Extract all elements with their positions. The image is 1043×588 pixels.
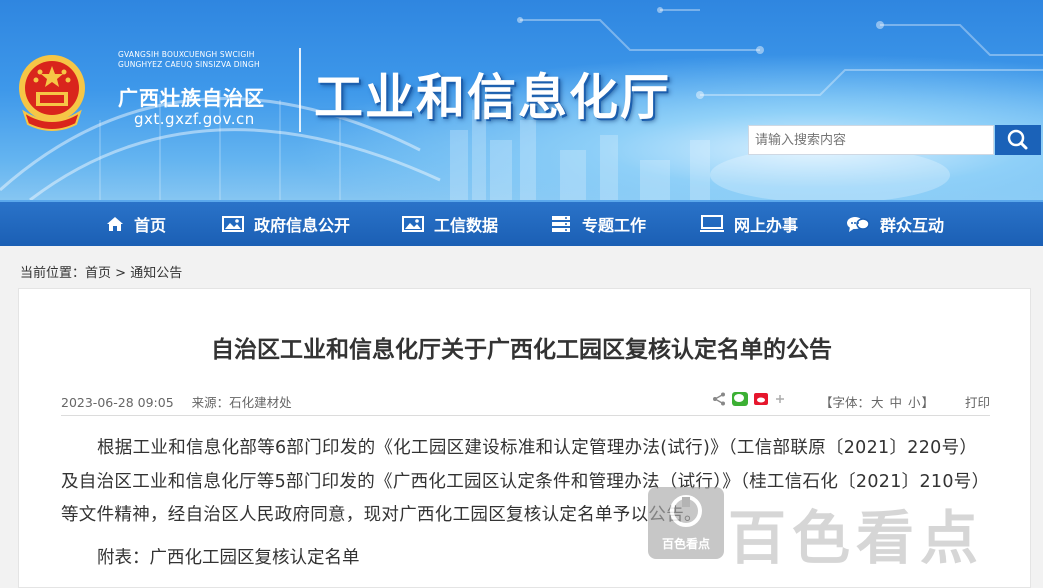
site-domain: gxt.gxzf.gov.cn — [134, 110, 255, 128]
font-small-button[interactable]: 小 — [908, 395, 921, 410]
font-label-open: 【字体： — [820, 395, 871, 410]
nav-item-special[interactable]: 专题工作 — [550, 202, 646, 246]
search-input[interactable] — [748, 125, 994, 155]
search-button[interactable] — [995, 125, 1041, 155]
nav-label: 专题工作 — [582, 216, 647, 235]
article-attachment: 附表：广西化工园区复核认定名单 — [97, 548, 360, 568]
font-large-button[interactable]: 大 — [871, 395, 884, 410]
weibo-icon[interactable] — [754, 392, 768, 406]
image-icon — [222, 216, 244, 232]
server-icon — [552, 216, 570, 232]
region-name: 广西壮族自治区 — [118, 86, 265, 110]
font-size-control: 【字体：大 中 小】 — [820, 392, 934, 411]
article-date: 2023-06-28 09:05 — [61, 395, 174, 410]
header-divider — [299, 48, 301, 132]
nav-item-home[interactable]: 首页 — [106, 202, 166, 246]
department-name: 工业和信息化厅 — [314, 68, 672, 126]
watermark-big-text: 百色看点 — [728, 504, 985, 572]
nav-label: 政府信息公开 — [254, 216, 351, 235]
watermark-logo: 百色看点 — [648, 487, 724, 559]
header-banner: GVANGSIH BOUXCUENGH SWCIGIH GUNGHYEZ CAE… — [0, 0, 1043, 200]
watermark-logo-icon — [670, 495, 702, 527]
nav-item-online[interactable]: 网上办事 — [700, 202, 798, 246]
font-medium-button[interactable]: 中 — [890, 395, 903, 410]
breadcrumb-prefix: 当前位置： — [20, 266, 86, 281]
main-nav: 首页 政府信息公开 工信数据 专题工作 网上办事 群众互动 — [0, 200, 1043, 246]
national-emblem-icon — [19, 55, 85, 131]
font-label-close: 】 — [921, 395, 935, 410]
nav-label: 首页 — [134, 216, 167, 235]
home-icon — [107, 217, 123, 231]
article-source: 来源：石化建材处 — [191, 395, 292, 410]
breadcrumb: 当前位置：首页 > 通知公告 — [20, 262, 182, 281]
chat-icon — [847, 217, 870, 232]
share-tools — [712, 392, 786, 406]
nav-label: 网上办事 — [734, 216, 799, 235]
minority-language-name: GVANGSIH BOUXCUENGH SWCIGIH GUNGHYEZ CAE… — [118, 50, 260, 69]
print-button[interactable]: 打印 — [965, 392, 990, 411]
watermark-small-text: 百色看点 — [661, 537, 710, 551]
meta-divider — [61, 415, 990, 416]
magnifier-icon — [1007, 129, 1028, 150]
breadcrumb-current-link[interactable]: 通知公告 — [130, 266, 182, 281]
nav-item-gov-info[interactable]: 政府信息公开 — [222, 202, 350, 246]
nav-item-data[interactable]: 工信数据 — [402, 202, 498, 246]
share-icon[interactable] — [712, 392, 726, 406]
breadcrumb-separator: > — [111, 266, 131, 281]
article-meta: 2023-06-28 09:05 来源：石化建材处 — [61, 392, 306, 411]
wechat-icon[interactable] — [732, 392, 748, 406]
image-icon — [402, 216, 424, 232]
nav-label: 群众互动 — [880, 216, 945, 235]
watermark: 百色看点 百色看点 — [648, 487, 1038, 572]
nav-item-interaction[interactable]: 群众互动 — [846, 202, 944, 246]
breadcrumb-home-link[interactable]: 首页 — [85, 266, 111, 281]
monitor-icon — [700, 215, 724, 232]
nav-label: 工信数据 — [434, 216, 499, 235]
plus-icon[interactable] — [774, 393, 786, 405]
article-title: 自治区工业和信息化厅关于广西化工园区复核认定名单的公告 — [211, 337, 832, 363]
